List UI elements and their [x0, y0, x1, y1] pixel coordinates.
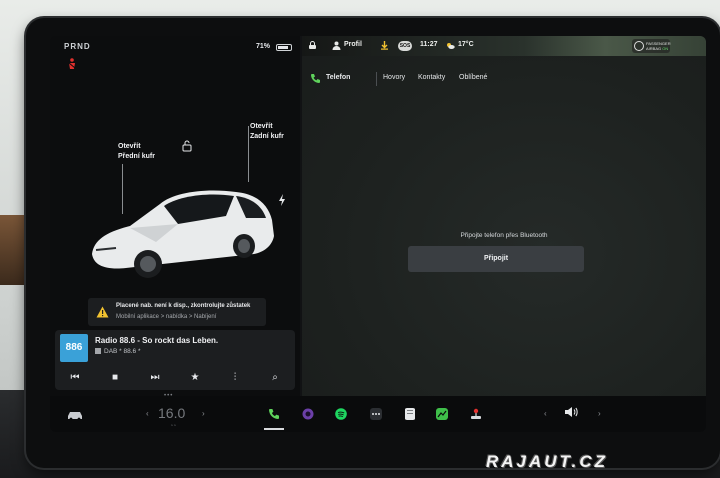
phone-app-icon[interactable] — [268, 408, 280, 420]
front-trunk-button[interactable]: Otevřít Přední kufr — [118, 142, 155, 162]
weather-cloud-icon — [447, 43, 455, 49]
dab-icon — [95, 348, 101, 354]
toybox-icon[interactable] — [404, 408, 416, 420]
warning-triangle-icon — [96, 306, 109, 318]
watermark: RAJAUT.CZ — [486, 452, 609, 471]
previous-track-icon[interactable]: ⏮ — [68, 371, 82, 385]
car-lock-icon[interactable] — [308, 41, 317, 50]
active-app-underline — [264, 428, 284, 430]
bluetooth-prompt: Připojte telefon přes Bluetooth — [460, 232, 548, 239]
unlock-icon[interactable] — [181, 140, 193, 152]
volume-icon[interactable] — [564, 406, 578, 418]
connect-button[interactable]: Připojit — [408, 246, 584, 272]
rear-trunk-line2: Zadní kufr — [250, 133, 284, 140]
volume-decrease-arrow[interactable]: ‹ — [544, 409, 547, 418]
favorite-star-icon[interactable]: ★ — [188, 371, 202, 385]
tab-telefon[interactable]: Telefon — [326, 74, 350, 81]
battery-percent: 71% — [256, 43, 271, 50]
media-player: 886 Radio 88.6 - So rockt das Leben. DAB… — [55, 330, 295, 390]
charging-warning: Placené nab. není k disp., zkontrolujte … — [88, 298, 266, 326]
station-logo: 886 — [60, 334, 88, 362]
media-controls: ⏮ ■ ⏭ ★ ⫶ ⌕ — [55, 368, 295, 388]
vehicle-panel: PRND 71% Otevřít Přední kufr Otevřít Zad… — [50, 36, 300, 399]
status-bar: Profil SOS 11:27 17°C PASSENGER AIRBAG O… — [302, 36, 706, 56]
front-trunk-line1: Otevřít — [118, 143, 141, 150]
temp-decrease-arrow[interactable]: ‹ — [146, 409, 149, 418]
car-model-image — [92, 190, 274, 278]
seatbelt-warning-icon — [68, 58, 76, 69]
sos-badge[interactable]: SOS — [398, 41, 412, 51]
station-frequency: DAB * 88.6 * — [104, 348, 141, 355]
front-trunk-line2: Přední kufr — [118, 153, 155, 160]
rear-trunk-line1: Otevřít — [250, 123, 273, 130]
phone-icon — [311, 74, 320, 83]
battery-icon — [276, 44, 292, 51]
temp-increase-arrow[interactable]: › — [202, 409, 205, 418]
passenger-airbag-line2: AIRBAG — [646, 46, 662, 51]
stop-icon[interactable]: ■ — [108, 371, 122, 385]
tab-hovory[interactable]: Hovory — [383, 74, 405, 81]
next-track-icon[interactable]: ⏭ — [148, 371, 162, 385]
station-subtitle: DAB * 88.6 * — [95, 348, 141, 355]
more-apps-icon[interactable] — [370, 408, 382, 420]
camera-app-icon[interactable] — [302, 408, 314, 420]
clock: 11:27 — [420, 41, 438, 48]
warning-title: Placené nab. není k disp., zkontrolujte … — [116, 303, 251, 309]
outside-temperature: 17°C — [458, 41, 474, 48]
profile-label[interactable]: Profil — [344, 41, 362, 48]
tab-oblibene[interactable]: Oblíbené — [459, 74, 487, 81]
equalizer-icon[interactable]: ⫶ — [228, 371, 242, 385]
passenger-airbag-text: PASSENGER AIRBAG ON — [646, 41, 671, 51]
spotify-icon[interactable] — [335, 408, 347, 420]
search-icon[interactable]: ⌕ — [268, 371, 282, 385]
tab-kontakty[interactable]: Kontakty — [418, 74, 445, 81]
download-icon[interactable] — [380, 41, 389, 50]
seat-heater-icon[interactable]: ◔◔ — [170, 423, 176, 429]
phone-app-panel: Profil SOS 11:27 17°C PASSENGER AIRBAG O… — [302, 36, 706, 396]
passenger-airbag-state: ON — [662, 46, 669, 51]
volume-increase-arrow[interactable]: › — [598, 409, 601, 418]
arcade-joystick-icon[interactable] — [470, 408, 482, 420]
passenger-airbag-indicator: PASSENGER AIRBAG ON — [632, 39, 671, 53]
tab-separator — [376, 72, 377, 86]
cabin-temperature[interactable]: 16.0 — [158, 405, 185, 421]
station-name: Radio 88.6 - So rockt das Leben. — [95, 336, 219, 345]
warning-subtitle: Mobilní aplikace > nabídka > Nabíjení — [116, 314, 217, 320]
gear-indicator: PRND — [64, 42, 91, 51]
rear-trunk-button[interactable]: Otevřít Zadní kufr — [250, 122, 284, 142]
profile-icon[interactable] — [332, 41, 341, 50]
rear-trunk-pointer — [248, 126, 249, 182]
airbag-icon — [634, 41, 644, 51]
touchscreen: PRND 71% Otevřít Přední kufr Otevřít Zad… — [50, 36, 706, 432]
charge-port-icon[interactable] — [278, 194, 286, 206]
bottom-dock: ‹ 16.0 › ◔◔ ‹ › — [50, 396, 706, 432]
car-controls-icon[interactable] — [66, 410, 84, 420]
energy-app-icon[interactable] — [436, 408, 448, 420]
